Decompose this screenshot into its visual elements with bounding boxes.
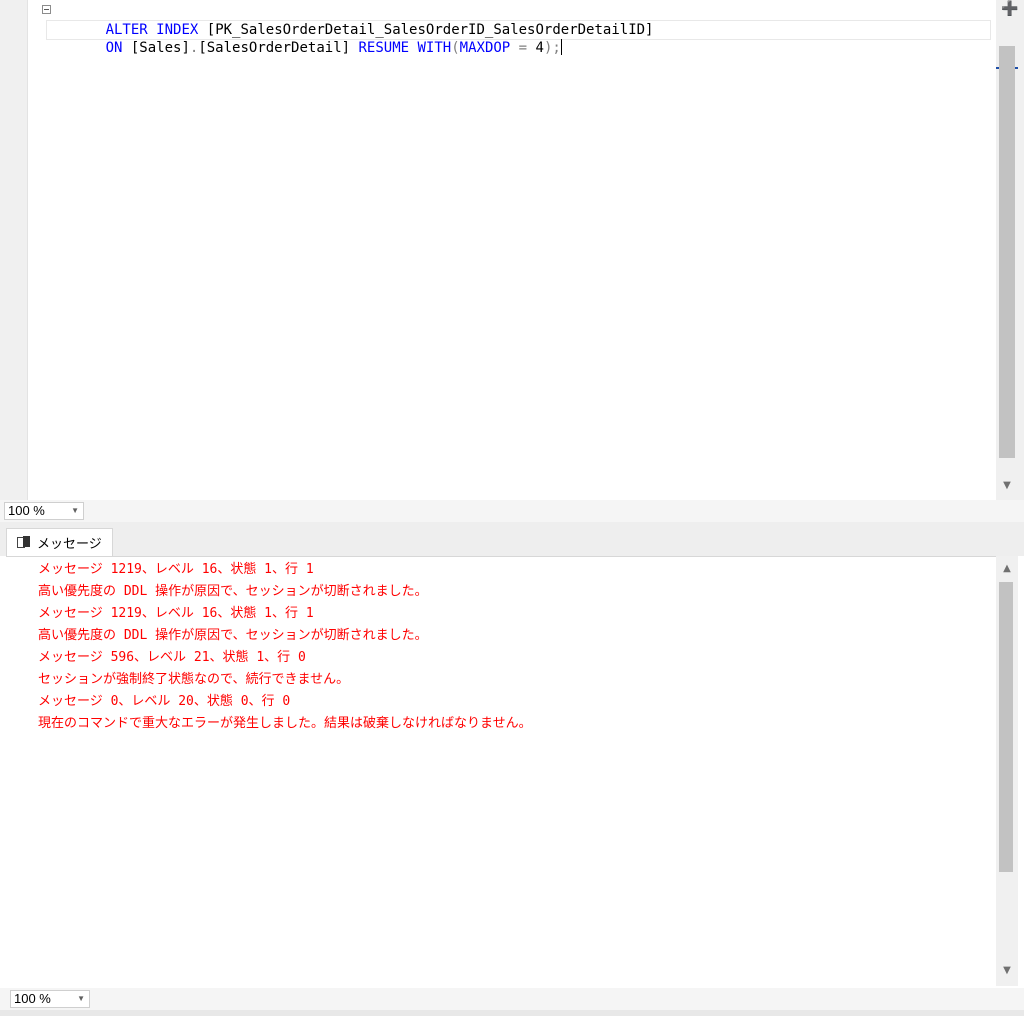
- code-token: );: [543, 40, 561, 56]
- editor-scroll-thumb[interactable]: [999, 46, 1015, 458]
- code-line-2-text: ON [Sales].[SalesOrderDetail] RESUME WIT…: [106, 40, 561, 56]
- editor-zoom-select[interactable]: 100 % ▼: [4, 502, 84, 520]
- code-token: RESUME: [358, 40, 410, 56]
- code-area[interactable]: ALTER INDEX [PK_SalesOrderDetail_SalesOr…: [40, 0, 996, 500]
- tab-messages[interactable]: メッセージ: [6, 528, 113, 556]
- message-line: 高い優先度の DDL 操作が原因で、セッションが切断されました。: [38, 584, 428, 599]
- results-zoom-bar: 100 % ▼: [0, 988, 1024, 1010]
- message-line: メッセージ 596、レベル 21、状態 1、行 0: [38, 650, 306, 665]
- code-token: ON: [105, 40, 123, 56]
- scroll-down-arrow-icon[interactable]: ▼: [998, 964, 1016, 978]
- code-token: [Sales]: [130, 40, 190, 56]
- message-line: セッションが強制終了状態なので、続行できません。: [38, 672, 350, 687]
- window-bottom-edge: [0, 1010, 1024, 1016]
- tab-messages-label: メッセージ: [37, 537, 102, 552]
- message-list: メッセージ 1219、レベル 16、状態 1、行 1 高い優先度の DDL 操作が…: [6, 557, 996, 735]
- editor-gutter: [0, 0, 28, 500]
- text-caret: [560, 39, 562, 55]
- splitter-icon[interactable]: ➕: [1000, 0, 1020, 18]
- code-token: [SalesOrderDetail]: [198, 40, 351, 56]
- message-line: メッセージ 1219、レベル 16、状態 1、行 1: [38, 606, 314, 621]
- code-line-2[interactable]: ON [Sales].[SalesOrderDetail] RESUME WIT…: [46, 20, 991, 56]
- chevron-down-icon: ▼: [77, 994, 85, 1003]
- scroll-up-arrow-icon[interactable]: ▲: [998, 562, 1016, 576]
- results-zoom-select[interactable]: 100 % ▼: [10, 990, 90, 1008]
- scroll-down-arrow-icon[interactable]: ▼: [998, 478, 1016, 494]
- collapse-icon[interactable]: [42, 5, 51, 14]
- editor-zoom-value: 100 %: [8, 503, 45, 518]
- message-line: 高い優先度の DDL 操作が原因で、セッションが切断されました。: [38, 628, 428, 643]
- editor-zoom-bar: 100 % ▼: [0, 500, 1024, 522]
- results-tab-strip: メッセージ: [0, 522, 1024, 556]
- messages-pane[interactable]: メッセージ 1219、レベル 16、状態 1、行 1 高い優先度の DDL 操作が…: [6, 556, 996, 987]
- messages-scrollbar[interactable]: ▲ ▼: [996, 556, 1018, 986]
- query-editor[interactable]: ALTER INDEX [PK_SalesOrderDetail_SalesOr…: [0, 0, 1024, 500]
- message-line: 現在のコマンドで重大なエラーが発生しました。結果は破棄しなければなりません。: [38, 716, 532, 731]
- messages-icon: [17, 535, 31, 550]
- code-line-1[interactable]: ALTER INDEX [PK_SalesOrderDetail_SalesOr…: [40, 0, 996, 38]
- code-token: (: [451, 40, 460, 56]
- results-zoom-value: 100 %: [14, 991, 51, 1006]
- editor-scrollbar[interactable]: ➕ ▼: [996, 0, 1024, 500]
- chevron-down-icon: ▼: [71, 506, 79, 515]
- code-token: 4: [527, 40, 544, 56]
- message-line: メッセージ 0、レベル 20、状態 0、行 0: [38, 694, 291, 709]
- code-token: =: [518, 40, 528, 56]
- message-line: メッセージ 1219、レベル 16、状態 1、行 1: [38, 562, 314, 577]
- messages-scroll-thumb[interactable]: [999, 582, 1013, 872]
- code-token: MAXDOP: [459, 40, 511, 56]
- code-token: WITH: [417, 40, 452, 56]
